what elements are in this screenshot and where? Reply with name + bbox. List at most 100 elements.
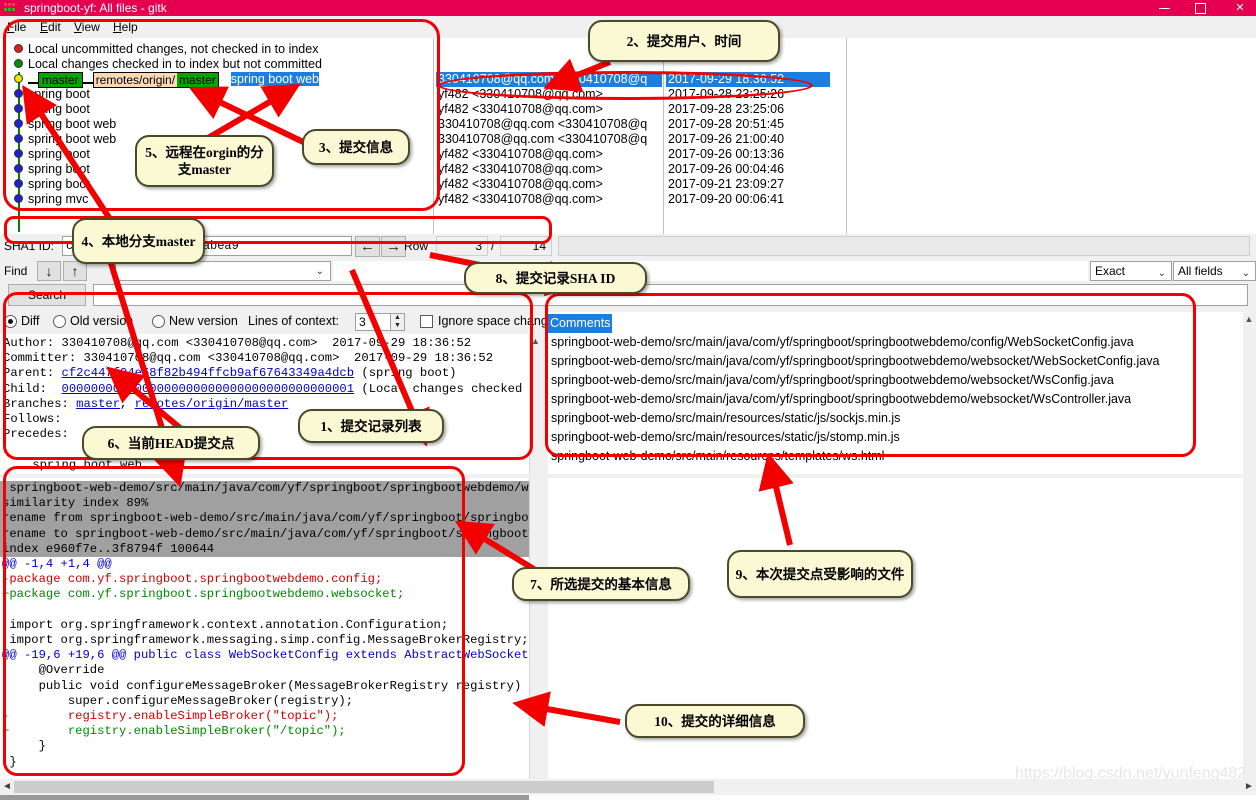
commit-row[interactable]: spring mvc [28, 192, 88, 207]
commit-row[interactable]: spring boot web [28, 132, 116, 147]
commit-author[interactable]: 330410708@qq.com <330410708@q [438, 132, 647, 147]
info-label: Parent: [3, 366, 62, 381]
commit-subject[interactable]: spring boot [28, 102, 90, 116]
commit-sha-link[interactable]: cf2c447f94e58f82b494ffcb9af67643349a4dcb [62, 366, 355, 380]
previous-commit-button[interactable]: ← [355, 236, 380, 257]
commit-row[interactable]: Local changes checked in to index but no… [28, 57, 322, 72]
find-label: Find [4, 264, 28, 278]
commit-date[interactable]: 2017-09-28 23:25:06 [668, 102, 784, 117]
file-list-header[interactable]: Comments [548, 314, 613, 333]
commit-author[interactable]: yf482 <330410708@qq.com> [438, 192, 603, 207]
changed-file-item[interactable]: springboot-web-demo/src/main/resources/s… [551, 409, 900, 428]
close-button[interactable]: ✕ [1222, 0, 1256, 16]
changed-files-pane[interactable]: Comments springboot-web-demo/src/main/jav… [548, 312, 1248, 474]
commit-date[interactable]: 2017-09-26 00:13:36 [668, 147, 784, 162]
search-input[interactable] [93, 284, 1248, 306]
find-combobox[interactable]: ⌄ [115, 261, 331, 281]
sha-id-label: SHA1 ID: [4, 239, 55, 253]
close-icon: ✕ [1235, 2, 1245, 14]
branch-label-remote-origin-master[interactable]: remotes/origin/master [92, 72, 219, 88]
minimize-button[interactable] [1146, 0, 1182, 16]
commit-subject[interactable]: Local uncommitted changes, not checked i… [28, 42, 318, 56]
commit-subject[interactable]: spring boot [28, 87, 90, 101]
changed-file-item[interactable]: springboot-web-demo/src/main/resources/t… [551, 447, 884, 466]
author-column[interactable]: 330410708@qq.com <330410708@q yf482 <3304… [436, 38, 662, 234]
find-previous-button[interactable]: ↑ [63, 261, 87, 281]
commit-date[interactable]: 2017-09-26 21:00:40 [668, 132, 784, 147]
menu-file[interactable]: File [7, 19, 26, 35]
commit-row[interactable]: spring boot [28, 147, 90, 162]
menu-edit[interactable]: Edit [40, 19, 61, 35]
diff-line: } [2, 739, 46, 754]
old-version-radio[interactable] [53, 315, 66, 328]
commit-row[interactable]: Local uncommitted changes, not checked i… [28, 42, 318, 57]
commit-list-pane: Local uncommitted changes, not checked i… [0, 38, 1256, 234]
find-field-scope-select[interactable]: All fields ⌄ [1173, 261, 1256, 281]
commit-author[interactable]: 330410708@qq.com <330410708@q [436, 72, 662, 87]
diff-line: springboot-web-demo/src/main/java/com/yf… [0, 481, 540, 497]
sha-id-input[interactable]: c1 e146920edfb5644fabea9 [62, 236, 352, 256]
commit-subject[interactable]: spring boot web [230, 72, 320, 86]
new-version-radio[interactable] [152, 315, 165, 328]
diff-pane[interactable]: springboot-web-demo/src/main/java/com/yf… [0, 478, 540, 790]
horizontal-scroll-thumb[interactable] [14, 781, 714, 793]
commit-sha-link[interactable]: 0000000000000000000000000000000000000001 [62, 382, 355, 396]
diff-radio[interactable] [4, 315, 17, 328]
commit-date[interactable]: 2017-09-26 00:04:46 [668, 162, 784, 177]
commit-row[interactable]: master remotes/origin/master spring boot w… [28, 72, 320, 88]
commit-author[interactable]: yf482 <330410708@qq.com> [438, 162, 603, 177]
info-suffix: (spring boot) [354, 366, 457, 381]
branch-link-remote-master[interactable]: remotes/origin/master [135, 397, 289, 411]
scroll-up-icon[interactable]: ▲ [1243, 313, 1255, 325]
commit-subject[interactable]: spring boot [28, 162, 90, 176]
commit-author[interactable]: yf482 <330410708@qq.com> [438, 147, 603, 162]
commit-author[interactable]: yf482 <330410708@qq.com> [438, 87, 603, 102]
changed-file-item[interactable]: springboot-web-demo/src/main/java/com/yf… [551, 333, 1134, 352]
commit-subject[interactable]: spring boot web [28, 132, 116, 146]
ignore-space-checkbox[interactable] [420, 315, 433, 328]
commit-date[interactable]: 2017-09-21 23:09:27 [668, 177, 784, 192]
changed-file-item[interactable]: springboot-web-demo/src/main/resources/s… [551, 428, 900, 447]
spinner-arrows[interactable]: ▲ ▼ [390, 314, 404, 330]
commit-date[interactable]: 2017-09-29 18:36:52 [666, 72, 830, 87]
commit-row[interactable]: spring boot web [28, 117, 116, 132]
commit-author[interactable]: yf482 <330410708@qq.com> [438, 102, 603, 117]
commit-author[interactable]: 330410708@qq.com <330410708@q [438, 117, 647, 132]
maximize-button[interactable] [1182, 0, 1218, 16]
changed-files-scrollbar[interactable]: ▲ [1243, 312, 1255, 474]
commit-date[interactable]: 2017-09-20 00:06:41 [668, 192, 784, 207]
scroll-up-icon[interactable]: ▲ [530, 335, 541, 347]
menu-help[interactable]: Help [113, 19, 138, 35]
changed-file-item[interactable]: springboot-web-demo/src/main/java/com/yf… [551, 371, 1114, 390]
branch-link-master[interactable]: master [76, 397, 120, 411]
commit-subject[interactable]: spring mvc [28, 192, 88, 206]
commit-graph-column[interactable]: Local uncommitted changes, not checked i… [0, 38, 432, 234]
right-bottom-scrollbar[interactable]: ▼ [1243, 478, 1255, 790]
commit-row[interactable]: spring boot [28, 102, 90, 117]
commit-info-pane[interactable]: Author: 330410708@qq.com <330410708@qq.c… [0, 334, 540, 474]
commit-date[interactable]: 2017-09-28 23:25:26 [668, 87, 784, 102]
find-match-mode-select[interactable]: Exact ⌄ [1090, 261, 1172, 281]
row-current-value[interactable]: 3 [436, 236, 488, 256]
changed-file-item[interactable]: springboot-web-demo/src/main/java/com/yf… [551, 390, 1131, 409]
commit-subject[interactable]: spring boot [28, 147, 90, 161]
find-next-button[interactable]: ↓ [37, 261, 61, 281]
commit-subject[interactable]: spring boot [28, 177, 90, 191]
menu-view[interactable]: View [74, 19, 100, 35]
commit-row[interactable]: spring boot [28, 177, 90, 192]
next-commit-button[interactable]: → [381, 236, 406, 257]
branch-label-master[interactable]: master [38, 72, 83, 88]
commit-row[interactable]: spring boot [28, 87, 90, 102]
date-column[interactable]: 2017-09-29 18:36:52 2017-09-28 23:25:26 20… [666, 38, 846, 234]
commit-info-scrollbar[interactable]: ▲ [529, 334, 541, 474]
scroll-left-icon[interactable]: ◄ [0, 779, 14, 795]
commit-author[interactable]: yf482 <330410708@qq.com> [438, 177, 603, 192]
commit-row[interactable]: spring boot [28, 162, 90, 177]
commit-subject[interactable]: spring boot web [28, 117, 116, 131]
commit-date[interactable]: 2017-09-28 20:51:45 [668, 117, 784, 132]
search-button[interactable]: Search [8, 284, 86, 306]
diff-vertical-scrollbar[interactable] [529, 478, 541, 790]
changed-file-item[interactable]: springboot-web-demo/src/main/java/com/yf… [551, 352, 1159, 371]
lines-of-context-spinner[interactable]: 3 ▲ ▼ [355, 313, 405, 331]
commit-subject[interactable]: Local changes checked in to index but no… [28, 57, 322, 71]
